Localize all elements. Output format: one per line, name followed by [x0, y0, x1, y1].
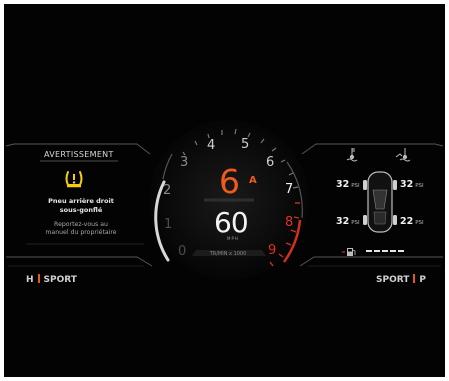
tach-label-7: 7	[285, 182, 294, 197]
tire-pressure-warning-icon	[65, 171, 83, 188]
gear-mode-indicator: A	[249, 175, 257, 186]
warning-message-line1: Pneu arrière droit	[48, 197, 114, 205]
tach-label-5: 5	[241, 137, 250, 152]
tach-label-4: 4	[207, 138, 216, 153]
fuel-level-bar	[366, 250, 404, 252]
oil-temp-icon	[395, 148, 411, 162]
right-drive-mode: SPORT P	[376, 274, 427, 285]
car-top-view-icon	[363, 171, 397, 233]
right-panel-bottom-line	[299, 256, 443, 267]
tire-pressure-front-left: 32 PSI	[336, 179, 360, 190]
tire-pressure-rear-left: 32 PSI	[336, 216, 360, 227]
warning-instruction-line2: manuel du propriétaire	[45, 229, 117, 236]
left-drive-mode: H SPORT	[26, 274, 77, 285]
coolant-temp-icon	[346, 148, 358, 162]
tach-label-6: 6	[266, 155, 275, 170]
tire-pressure-rear-right: 22 PSI	[400, 216, 424, 227]
tach-label-1: 1	[164, 217, 173, 232]
tach-label-3: 3	[180, 155, 189, 170]
speed-unit: MPH	[227, 236, 239, 241]
warning-title: AVERTISSEMENT	[44, 150, 114, 159]
tach-label-0: 0	[178, 244, 187, 259]
speed-readout: 60	[214, 206, 249, 239]
right-panel-top-line	[301, 143, 444, 155]
left-panel-bottom-line	[6, 256, 153, 267]
rpm-scale-label: TR/MIN x 1000	[209, 251, 247, 257]
gear-indicator: 6	[219, 162, 240, 201]
tach-label-2: 2	[163, 183, 172, 198]
tire-pressure-front-right: 32 PSI	[400, 179, 424, 190]
instrument-cluster: AVERTISSEMENT Pneu arrière droit sous-go…	[4, 4, 445, 377]
fuel-pump-icon	[342, 248, 356, 256]
warning-instruction-line1: Reportez-vous au	[54, 221, 108, 228]
tach-label-8: 8	[285, 215, 294, 230]
warning-message-line2: sous-gonflé	[59, 206, 103, 214]
tach-label-9: 9	[268, 243, 277, 258]
